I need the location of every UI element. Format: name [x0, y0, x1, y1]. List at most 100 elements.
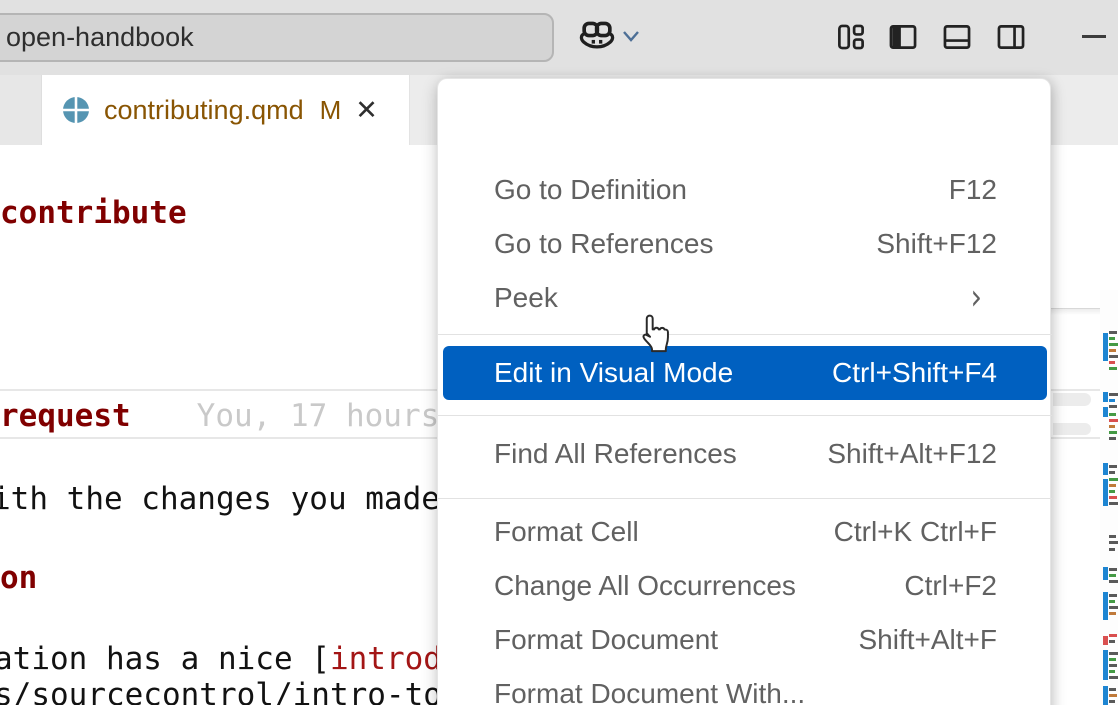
minimap-text-mark: [1109, 399, 1115, 402]
minimap-text-mark: [1109, 337, 1115, 340]
minimap-text-mark: [1109, 465, 1117, 468]
code-text: ith the changes you made yo: [0, 481, 496, 517]
menu-item-change-all-occurrences[interactable]: Change All Occurrences Ctrl+F2: [443, 559, 1047, 613]
minimap-change-bar: [1103, 333, 1108, 361]
title-bar: open-handbook: [0, 0, 1118, 75]
minimap-text-mark: [1109, 490, 1115, 493]
line-highlight-fragment: [1053, 423, 1091, 435]
toggle-secondary-sidebar-icon[interactable]: [994, 20, 1028, 54]
minimap-change-bar: [1103, 463, 1108, 475]
minimap-text-mark: [1109, 580, 1118, 583]
toggle-panel-icon[interactable]: [940, 20, 974, 54]
minimap-text-mark: [1109, 367, 1117, 370]
minimap-text-mark: [1109, 568, 1117, 571]
menu-item-edit-in-visual-mode[interactable]: Edit in Visual Mode Ctrl+Shift+F4: [443, 346, 1047, 400]
minimap-text-mark: [1109, 437, 1116, 440]
menu-item-shortcut: F12: [949, 174, 997, 206]
code-text: s/sourcecontrol/intro-to-gi: [0, 677, 498, 705]
minimap-text-mark: [1109, 502, 1118, 505]
minimap-change-bar: [1103, 392, 1108, 402]
minimap-text-mark: [1109, 606, 1118, 609]
menu-item-label: Change All Occurrences: [494, 570, 796, 602]
minimap-text-mark: [1109, 688, 1116, 691]
editor-context-menu: Go to Definition F12 Go to References Shift…: [437, 78, 1051, 705]
code-line: contribute: [0, 195, 187, 231]
minimap-text-mark: [1109, 343, 1118, 346]
menu-item-label: Find All References: [494, 438, 737, 470]
menu-item-label: Format Document With...: [494, 678, 805, 705]
menu-item-label: Go to Definition: [494, 174, 687, 206]
tab-bar-left-stub: [0, 75, 42, 145]
tab-contributing-qmd[interactable]: contributing.qmd M ✕: [42, 75, 410, 145]
minimap-text-mark: [1109, 652, 1118, 655]
minimap-text-mark: [1109, 694, 1117, 697]
toggle-primary-sidebar-icon[interactable]: [886, 20, 920, 54]
minimap-text-mark: [1109, 600, 1115, 603]
code-line: s/sourcecontrol/intro-to-gi: [0, 677, 498, 705]
line-highlight-fragment: [1053, 393, 1091, 406]
minimap-text-mark: [1109, 574, 1116, 577]
minimap-text-mark: [1109, 676, 1118, 679]
menu-item-go-to-references[interactable]: Go to References Shift+F12: [443, 217, 1047, 271]
vscode-window: open-handbook: [0, 0, 1118, 705]
minimap-text-mark: [1109, 478, 1118, 481]
minimize-icon[interactable]: [1082, 35, 1106, 38]
minimap-text-mark: [1109, 640, 1115, 643]
minimap-text-mark: [1109, 658, 1116, 661]
menu-item-shortcut: Ctrl+Shift+F4: [832, 357, 997, 389]
minimap-text-mark: [1109, 664, 1117, 667]
menu-separator: [438, 415, 1052, 416]
menu-item-label: Edit in Visual Mode: [494, 357, 733, 389]
minimap-text-mark: [1109, 700, 1115, 703]
code-line: on: [0, 560, 37, 596]
menu-item-format-cell[interactable]: Format CellCtrl+K Ctrl+F: [443, 505, 1047, 559]
minimap-text-mark: [1109, 413, 1116, 416]
menu-item-shortcut: Ctrl+F2: [904, 570, 997, 602]
minimap-change-bar: [1103, 567, 1108, 580]
submenu-chevron-icon: ›: [970, 280, 982, 316]
minimap-text-mark: [1109, 548, 1115, 551]
minimap-text-mark: [1109, 484, 1116, 487]
code-text: on: [0, 560, 37, 596]
code-text: request: [0, 398, 131, 434]
minimap-text-mark: [1109, 425, 1115, 428]
command-center[interactable]: open-handbook: [0, 13, 554, 62]
minimap-text-mark: [1109, 670, 1115, 673]
quarto-icon: [62, 96, 90, 124]
menu-item-go-to-definition[interactable]: Go to Definition F12: [443, 163, 1047, 217]
code-text: contribute: [0, 195, 187, 231]
blame-annotation: You, 17 hours: [197, 398, 440, 434]
minimap-change-bar: [1103, 479, 1108, 506]
menu-item-shortcut: Shift+Alt+F: [858, 624, 997, 656]
minimap-change-bar: [1103, 636, 1108, 645]
minimap-text-mark: [1109, 331, 1117, 334]
minimap[interactable]: [1100, 290, 1118, 705]
customize-layout-icon[interactable]: [834, 20, 868, 54]
menu-item-shortcut: Ctrl+K Ctrl+F: [834, 516, 997, 548]
modified-badge: M: [320, 95, 342, 126]
close-icon[interactable]: ✕: [355, 95, 378, 126]
minimap-text-mark: [1109, 419, 1118, 422]
minimap-text-mark: [1109, 541, 1118, 544]
menu-item-find-all-references[interactable]: Find All References Shift+Alt+F12: [443, 427, 1047, 481]
minimap-text-mark: [1109, 594, 1117, 597]
minimap-text-mark: [1109, 634, 1117, 637]
chevron-down-icon[interactable]: [621, 29, 641, 43]
minimap-text-mark: [1109, 431, 1117, 434]
copilot-icon[interactable]: [575, 15, 619, 59]
menu-item-format-document-with[interactable]: Format Document With...: [443, 667, 1047, 705]
menu-item-shortcut: Shift+F12: [876, 228, 997, 260]
menu-item-label: Go to References: [494, 228, 713, 260]
minimap-text-mark: [1109, 393, 1118, 396]
minimap-change-bar: [1103, 650, 1108, 680]
menu-item-format-document[interactable]: Format DocumentShift+Alt+F: [443, 613, 1047, 667]
code-line: request You, 17 hours: [0, 398, 439, 434]
code-line: ith the changes you made yo: [0, 481, 496, 517]
menu-item-peek[interactable]: Peek›: [443, 271, 1047, 325]
minimap-text-mark: [1109, 612, 1116, 615]
command-center-text: open-handbook: [6, 22, 194, 53]
minimap-text-mark: [1109, 496, 1117, 499]
menu-item-shortcut: Shift+Alt+F12: [827, 438, 997, 470]
code-text: ation has a nice [: [0, 641, 330, 677]
minimap-text-mark: [1109, 361, 1115, 364]
